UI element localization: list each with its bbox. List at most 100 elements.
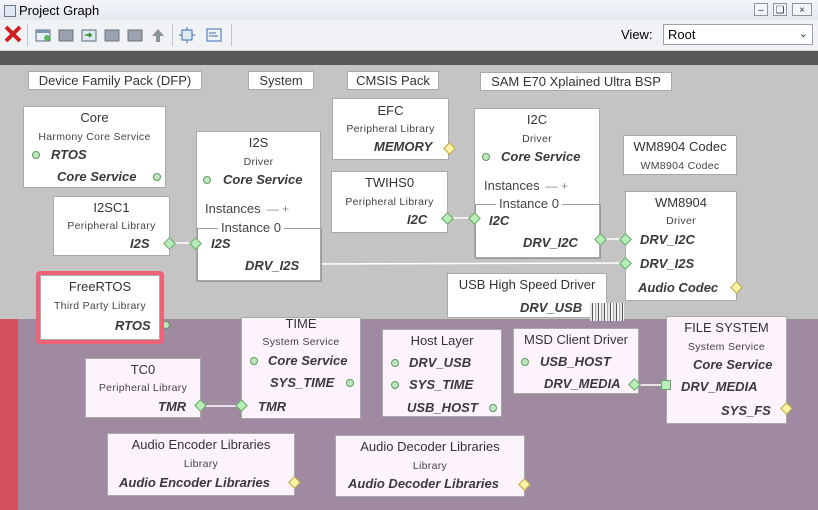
port-label-core-service: Core Service (693, 357, 773, 372)
port-filesystem-drv-media[interactable] (661, 380, 671, 390)
port-dependency[interactable] (521, 358, 529, 366)
component-name: Audio Encoder Libraries (131, 437, 271, 452)
port-label-tmr: TMR (158, 399, 187, 414)
component-time[interactable]: TIME System Service Core Service SYS_TIM… (241, 316, 361, 419)
new-graph-icon[interactable] (35, 27, 51, 43)
port-label-drv-i2s: DRV_I2S (245, 258, 300, 273)
component-name: WM8904 Codec (633, 139, 727, 154)
component-name: I2S (248, 135, 269, 150)
component-name: EFC (377, 103, 404, 118)
remove-icon[interactable] (127, 27, 143, 43)
port-dependency[interactable] (32, 151, 40, 159)
component-file-system[interactable]: FILE SYSTEM System Service Core Service … (666, 316, 787, 424)
port-capability[interactable] (153, 173, 161, 181)
component-name: Core (80, 110, 109, 125)
component-name: WM8904 (654, 195, 708, 210)
component-name: USB High Speed Driver (458, 277, 596, 292)
port-label-drv-media: DRV_MEDIA (544, 376, 621, 391)
component-audio-decoder[interactable]: Audio Decoder Libraries Library Audio De… (335, 435, 525, 497)
port-label-i2c: I2C (407, 212, 428, 227)
port-capability[interactable] (346, 379, 354, 387)
component-kind: Harmony Core Service (38, 131, 151, 143)
minimize-icon[interactable]: – (754, 3, 768, 16)
move-up-icon[interactable] (150, 27, 166, 43)
component-name: I2C (526, 112, 548, 127)
port-label-memory: MEMORY (374, 139, 433, 154)
component-i2sc1[interactable]: I2SC1 Peripheral Library I2S (53, 196, 170, 256)
restore-icon[interactable]: ❏ (773, 3, 787, 16)
component-core[interactable]: Core Harmony Core Service RTOS Core Serv… (23, 106, 166, 188)
component-name: TWIHS0 (364, 175, 415, 190)
port-label-sys-time: SYS_TIME (270, 375, 335, 390)
component-usb-hs-driver[interactable]: USB High Speed Driver DRV_USB (447, 273, 607, 318)
port-dependency[interactable] (203, 176, 211, 184)
fit-view-icon[interactable] (179, 27, 195, 43)
port-dependency[interactable] (391, 359, 399, 367)
port-label-usb-host: USB_HOST (540, 354, 611, 369)
component-kind: Library (412, 460, 448, 472)
component-i2s-driver[interactable]: I2S Driver Core Service Instances — + Ins… (196, 131, 322, 282)
port-label-drv-i2c: DRV_I2C (523, 235, 578, 250)
port-label-usb-host: USB_HOST (407, 400, 478, 415)
view-select[interactable]: Root ⌄ (663, 24, 813, 45)
component-name: FILE SYSTEM (684, 320, 769, 335)
port-dependency[interactable] (250, 357, 258, 365)
instances-header: Instances — + (484, 178, 568, 193)
component-wm8904-codec[interactable]: WM8904 Codec WM8904 Codec (623, 135, 737, 175)
view-select-value: Root (668, 27, 696, 42)
group-bsp[interactable]: SAM E70 Xplained Ultra BSP (480, 72, 672, 91)
port-label-audio-encoder: Audio Encoder Libraries (119, 475, 270, 490)
group-dfp[interactable]: Device Family Pack (DFP) (28, 71, 202, 90)
component-name: I2SC1 (93, 200, 130, 215)
window-icon (4, 5, 16, 17)
component-kind: Peripheral Library (345, 196, 434, 208)
export-icon[interactable] (81, 27, 97, 43)
collapse-icon[interactable]: — + (546, 179, 568, 193)
render-artifact (590, 303, 624, 321)
window-title: Project Graph (19, 3, 100, 18)
component-twihs0[interactable]: TWIHS0 Peripheral Library I2C (331, 171, 448, 233)
component-name: TC0 (130, 362, 156, 377)
port-label-core-service: Core Service (223, 172, 303, 187)
toolbar: View: Root ⌄ (0, 20, 818, 51)
close-x-icon[interactable] (4, 25, 22, 43)
close-window-icon[interactable]: × (792, 3, 812, 16)
component-host-layer[interactable]: Host Layer DRV_USB SYS_TIME USB_HOST (382, 329, 502, 417)
graph-canvas[interactable]: Device Family Pack (DFP) System CMSIS Pa… (0, 51, 818, 510)
port-label-i2s: I2S (130, 236, 150, 251)
component-name: Host Layer (410, 333, 474, 348)
component-wm8904-driver[interactable]: WM8904 Driver DRV_I2C DRV_I2S Audio Code… (625, 191, 737, 301)
group-cmsis-pack[interactable]: CMSIS Pack (347, 71, 439, 90)
add-component-icon[interactable] (58, 27, 74, 43)
view-label: View: (621, 27, 653, 42)
component-kind: Driver (243, 156, 274, 168)
port-capability[interactable] (489, 404, 497, 412)
instances-header: Instances — + (205, 201, 289, 216)
component-kind: Peripheral Library (98, 382, 188, 394)
component-kind: System Service (687, 341, 766, 353)
group-system[interactable]: System (248, 71, 314, 90)
component-audio-encoder[interactable]: Audio Encoder Libraries Library Audio En… (107, 433, 295, 496)
group-icon[interactable] (104, 27, 120, 43)
window-titlebar: Project Graph – ❏ × (0, 0, 818, 21)
port-label-audio-decoder: Audio Decoder Libraries (348, 476, 499, 491)
port-label-tmr: TMR (258, 399, 287, 414)
port-label-audio-codec: Audio Codec (638, 280, 719, 295)
port-dependency[interactable] (391, 381, 399, 389)
properties-icon[interactable] (206, 27, 222, 43)
instances-label: Instances (484, 178, 540, 193)
toolbar-separator (231, 24, 232, 46)
port-dependency[interactable] (482, 153, 490, 161)
component-msd-client-driver[interactable]: MSD Client Driver USB_HOST DRV_MEDIA (513, 328, 639, 394)
port-label-drv-media: DRV_MEDIA (681, 379, 758, 394)
port-label-drv-usb: DRV_USB (520, 300, 583, 315)
instance-0-title: Instance 0 (218, 220, 284, 235)
collapse-icon[interactable]: — + (267, 202, 289, 216)
component-i2c-driver[interactable]: I2C Driver Core Service Instances — + Ins… (474, 108, 601, 259)
component-kind: Peripheral Library (67, 220, 156, 232)
component-efc[interactable]: EFC Peripheral Library MEMORY (332, 98, 449, 160)
port-label-sys-time: SYS_TIME (409, 377, 474, 392)
component-name: Audio Decoder Libraries (360, 439, 500, 454)
component-kind: Driver (666, 215, 696, 227)
component-tc0[interactable]: TC0 Peripheral Library TMR (85, 358, 201, 418)
